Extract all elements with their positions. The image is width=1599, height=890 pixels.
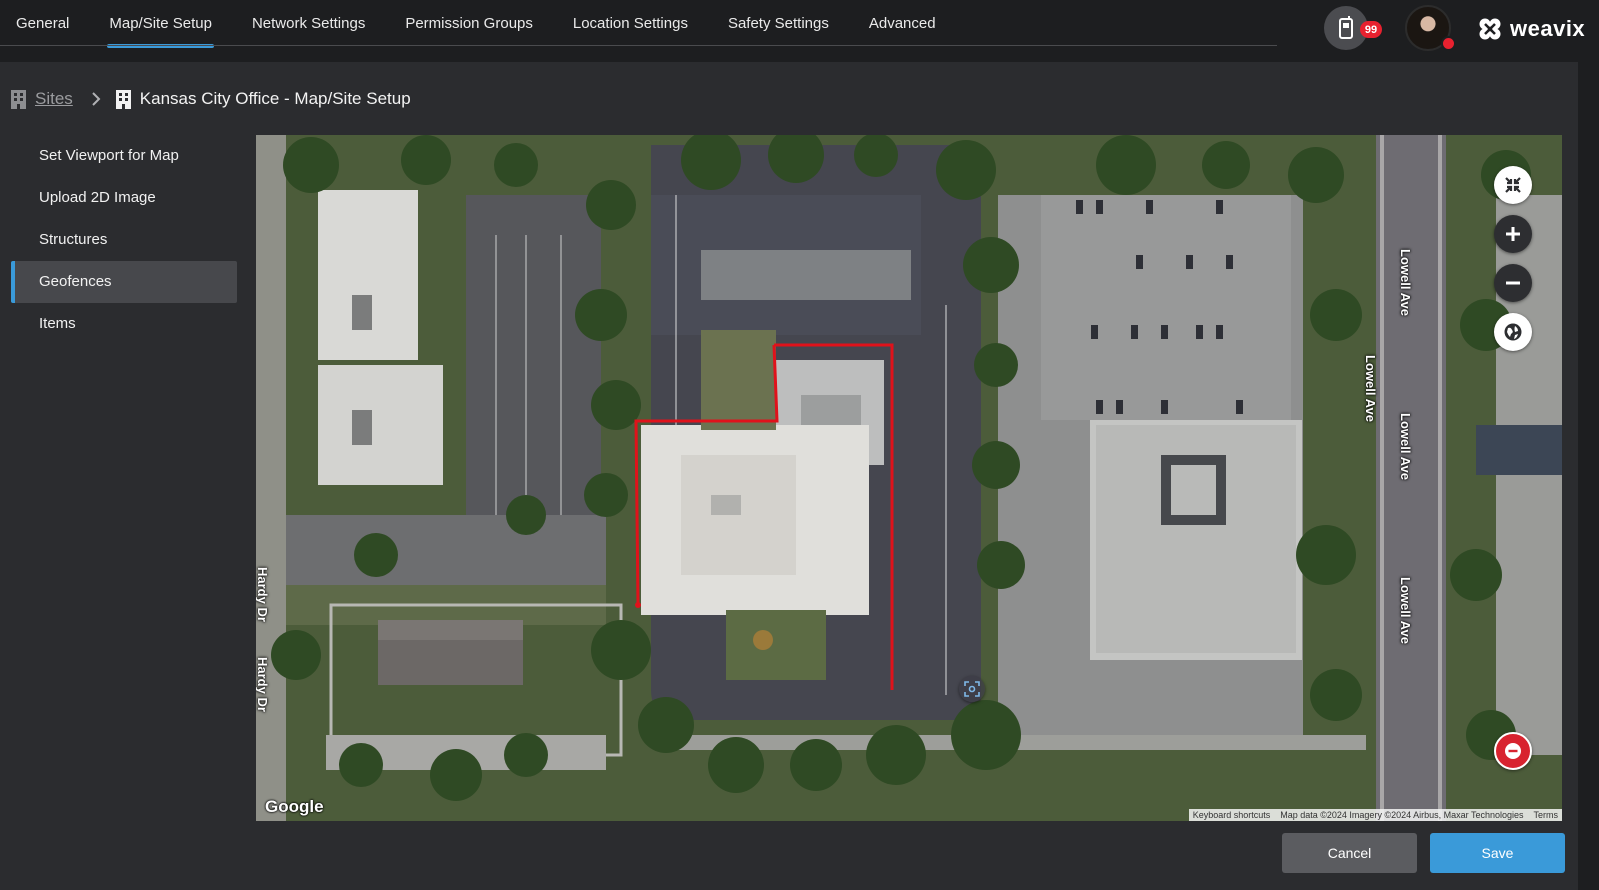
map-attribution: Keyboard shortcuts Map data ©2024 Imager…	[1188, 809, 1562, 821]
chevron-right-icon	[91, 91, 101, 107]
tab-safety-settings[interactable]: Safety Settings	[708, 0, 849, 48]
street-label-lowell-3: Lowell Ave	[1398, 413, 1413, 480]
top-navigation: General Map/Site Setup Network Settings …	[0, 0, 1599, 51]
zoom-out-icon	[1506, 281, 1520, 285]
tab-advanced[interactable]: Advanced	[849, 0, 956, 48]
logo-text: weavix	[1510, 16, 1586, 41]
zoom-in-icon	[1506, 227, 1520, 241]
globe-icon	[1504, 323, 1522, 341]
map-data-credit: Map data ©2024 Imagery ©2024 Airbus, Max…	[1280, 810, 1524, 820]
breadcrumb-sites-link[interactable]: Sites	[35, 89, 73, 109]
content-panel: Sites Kansas City Office - Map/Site Setu…	[0, 62, 1578, 890]
breadcrumb-current: Kansas City Office - Map/Site Setup	[139, 89, 411, 108]
tab-general[interactable]: General	[0, 0, 89, 48]
zoom-out-button[interactable]	[1494, 264, 1532, 302]
recenter-button[interactable]	[959, 676, 985, 702]
google-logo: Google	[265, 797, 324, 816]
sidebar-item-upload-2d-image[interactable]: Upload 2D Image	[11, 177, 237, 219]
breadcrumb: Sites Kansas City Office - Map/Site Setu…	[10, 86, 411, 112]
tab-map-site-setup[interactable]: Map/Site Setup	[89, 0, 232, 48]
globe-button[interactable]	[1494, 313, 1532, 351]
cancel-button[interactable]: Cancel	[1282, 833, 1417, 873]
tabs-divider	[0, 45, 1277, 46]
map-setup-sidebar: Set Viewport for Map Upload 2D Image Str…	[11, 135, 237, 345]
collapse-button[interactable]	[1494, 166, 1532, 204]
street-label-lowell-4: Lowell Ave	[1398, 577, 1413, 644]
tab-location-settings[interactable]: Location Settings	[553, 0, 708, 48]
building-icon	[11, 90, 26, 109]
sidebar-item-set-viewport[interactable]: Set Viewport for Map	[11, 135, 237, 177]
weavix-logo: weavix	[1476, 14, 1585, 44]
street-label-hardy-2: Hardy Dr	[256, 657, 270, 712]
save-button[interactable]: Save	[1430, 833, 1565, 873]
settings-tabs: General Map/Site Setup Network Settings …	[0, 0, 956, 48]
focus-icon	[964, 681, 980, 697]
map-view[interactable]: Hardy Dr Hardy Dr Lowell Ave Lowell Ave …	[256, 135, 1562, 821]
notification-badge: 99	[1360, 21, 1382, 38]
satellite-imagery	[256, 135, 1562, 821]
radio-device-icon	[1339, 16, 1353, 39]
remove-icon	[1505, 743, 1521, 759]
terms-link[interactable]: Terms	[1534, 810, 1559, 820]
street-label-lowell-2: Lowell Ave	[1363, 355, 1378, 422]
sidebar-item-structures[interactable]: Structures	[11, 219, 237, 261]
status-dot	[1441, 36, 1456, 51]
street-label-hardy-1: Hardy Dr	[256, 567, 270, 622]
sidebar-item-items[interactable]: Items	[11, 303, 237, 345]
zoom-in-button[interactable]	[1494, 215, 1532, 253]
weavix-logo-icon	[1479, 18, 1501, 40]
keyboard-shortcuts-link[interactable]: Keyboard shortcuts	[1193, 810, 1271, 820]
collapse-icon	[1505, 177, 1521, 193]
tab-permission-groups[interactable]: Permission Groups	[385, 0, 553, 48]
remove-geofence-button[interactable]	[1494, 732, 1532, 770]
building-icon	[115, 90, 131, 109]
sidebar-item-geofences[interactable]: Geofences	[11, 261, 237, 303]
street-label-lowell-1: Lowell Ave	[1398, 249, 1413, 316]
tab-network-settings[interactable]: Network Settings	[232, 0, 385, 48]
